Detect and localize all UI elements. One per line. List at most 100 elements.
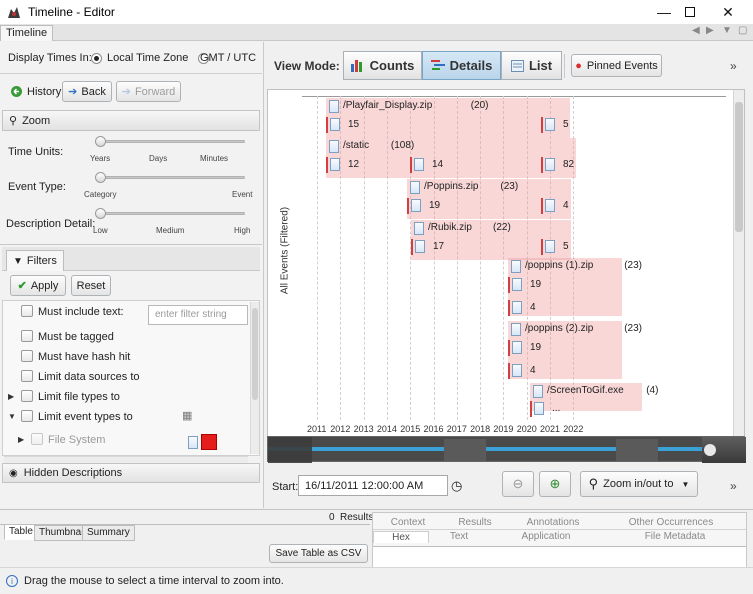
- zoom-in-out-to-button[interactable]: ⚲ Zoom in/out to ▼: [580, 471, 698, 497]
- history-icon: [11, 86, 22, 97]
- tab-annotations[interactable]: Annotations: [507, 517, 599, 528]
- close-button[interactable]: ✕: [705, 0, 751, 24]
- filter-text-input[interactable]: enter filter string: [148, 305, 248, 325]
- event-subcount[interactable]: 19: [530, 279, 541, 290]
- tab-timeline[interactable]: Timeline: [0, 25, 54, 41]
- more-chevron-icon[interactable]: »: [730, 59, 737, 73]
- local-time-zone-radio[interactable]: [91, 52, 102, 64]
- reset-label: Reset: [76, 279, 106, 292]
- description-detail-slider-track[interactable]: [97, 212, 245, 215]
- event-stripe: [508, 363, 510, 379]
- tab-other-occurrences[interactable]: Other Occurrences: [599, 517, 743, 528]
- tick-high: High: [234, 226, 251, 235]
- chart-vscrollbar[interactable]: [733, 90, 744, 460]
- year-tick-label: 2021: [540, 424, 561, 434]
- zoom-out-button[interactable]: ⊖: [502, 471, 534, 497]
- event-type-label: Event Type:: [8, 181, 66, 193]
- range-handle[interactable]: [616, 439, 658, 461]
- zoom-out-icon: ⊖: [512, 476, 524, 491]
- year-tick-label: 2019: [493, 424, 514, 434]
- event-subcount[interactable]: 19: [429, 200, 440, 211]
- event-subcount[interactable]: 12: [348, 159, 359, 170]
- tab-table[interactable]: Table: [4, 524, 38, 540]
- tab-file-metadata[interactable]: File Metadata: [603, 531, 747, 542]
- more-chevron-icon[interactable]: »: [730, 479, 737, 493]
- forward-button[interactable]: ➔ Forward: [116, 81, 181, 102]
- limit-file-types-checkbox[interactable]: [21, 390, 33, 402]
- must-include-text-checkbox[interactable]: [21, 305, 33, 317]
- event-subcount[interactable]: 4: [563, 200, 569, 211]
- event-subcount[interactable]: 5: [563, 241, 569, 252]
- clock-icon[interactable]: ◷: [451, 478, 462, 494]
- chart-layer: 2011 2012 2013 2014 2015 2016 2017 2018 2019 2020…: [268, 90, 738, 462]
- limit-data-sources-checkbox[interactable]: [21, 370, 33, 382]
- counts-mode-button[interactable]: Counts: [343, 51, 422, 80]
- reset-button[interactable]: Reset: [71, 275, 111, 296]
- event-subcount[interactable]: ...: [552, 403, 560, 414]
- list-mode-button[interactable]: List: [501, 51, 562, 80]
- history-label: History: [27, 86, 62, 98]
- must-have-hash-hit-checkbox[interactable]: [21, 350, 33, 362]
- tick-category: Category: [84, 190, 117, 199]
- time-units-slider-thumb[interactable]: [95, 136, 106, 147]
- tab-application[interactable]: Application: [489, 531, 603, 542]
- range-handle[interactable]: [444, 439, 486, 461]
- tab-results[interactable]: Results: [443, 517, 507, 528]
- event-subcount[interactable]: 15: [348, 119, 359, 130]
- collapse-arrow-icon[interactable]: ▼: [8, 412, 16, 421]
- time-units-slider-track[interactable]: [97, 140, 245, 143]
- results-label: Results: [340, 512, 374, 523]
- restore-window-icon[interactable]: ▢: [738, 25, 747, 36]
- filters-tab[interactable]: ▼ Filters: [6, 250, 64, 271]
- file-system-checkbox[interactable]: [31, 433, 43, 445]
- scroll-left-icon[interactable]: ◀: [692, 25, 700, 36]
- file-icon: [545, 199, 555, 212]
- event-subcount[interactable]: 4: [530, 302, 536, 313]
- event-count: (23): [500, 181, 519, 192]
- event-name: /Playfair_Display.zip: [343, 100, 433, 111]
- event-subcount[interactable]: 82: [563, 159, 574, 170]
- event-subcount[interactable]: 14: [432, 159, 443, 170]
- pinned-events-button[interactable]: ● Pinned Events: [571, 54, 662, 77]
- expand-arrow-icon[interactable]: ▶: [18, 435, 24, 444]
- limit-event-types-checkbox[interactable]: [21, 410, 33, 422]
- expand-arrow-icon[interactable]: ▶: [8, 392, 14, 401]
- back-button[interactable]: ➔ Back: [62, 81, 112, 102]
- tab-summary[interactable]: Summary: [82, 525, 135, 541]
- must-be-tagged-checkbox[interactable]: [21, 330, 33, 342]
- start-datetime-input[interactable]: 16/11/2011 12:00:00 AM: [298, 475, 448, 496]
- event-subcount[interactable]: 19: [530, 342, 541, 353]
- tab-hex[interactable]: Hex: [373, 531, 429, 543]
- event-name: /Rubik.zip: [428, 222, 472, 233]
- time-units-label: Time Units:: [8, 146, 64, 158]
- year-tick-label: 2012: [330, 424, 351, 434]
- event-count: (23): [624, 323, 642, 334]
- scroll-right-icon[interactable]: ▶: [706, 25, 714, 36]
- event-type-slider-thumb[interactable]: [95, 172, 106, 183]
- filter-list-scrollbar[interactable]: [250, 302, 259, 454]
- event-type-slider-track[interactable]: [97, 176, 245, 179]
- range-selector[interactable]: [267, 436, 746, 463]
- tab-text[interactable]: Text: [429, 531, 489, 542]
- zoom-in-button[interactable]: ⊕: [539, 471, 571, 497]
- event-subcount[interactable]: 5: [563, 119, 569, 130]
- details-timeline-chart[interactable]: All Events (Filtered) 2011 2012 2013 2014 20…: [267, 89, 745, 461]
- details-mode-button[interactable]: Details: [422, 51, 501, 80]
- event-stripe: [410, 157, 412, 173]
- year-tick-label: 2017: [446, 424, 467, 434]
- magnifier-icon: ⚲: [9, 115, 18, 127]
- save-table-csv-button[interactable]: Save Table as CSV: [269, 544, 368, 563]
- event-subcount[interactable]: 4: [530, 365, 536, 376]
- event-stripe: [530, 401, 532, 417]
- hidden-descriptions-header[interactable]: ◉ Hidden Descriptions: [2, 463, 260, 483]
- description-detail-slider-thumb[interactable]: [95, 208, 106, 219]
- range-knob[interactable]: [704, 444, 716, 456]
- apply-button[interactable]: ✔ Apply: [10, 275, 66, 296]
- chevron-down-icon[interactable]: ▼: [722, 25, 732, 36]
- year-tick-label: 2016: [423, 424, 444, 434]
- year-tick-label: 2020: [516, 424, 537, 434]
- red-color-swatch[interactable]: [201, 434, 217, 450]
- zoom-section-header[interactable]: ⚲ Zoom: [2, 110, 260, 131]
- event-subcount[interactable]: 17: [433, 241, 444, 252]
- tab-context[interactable]: Context: [373, 517, 443, 528]
